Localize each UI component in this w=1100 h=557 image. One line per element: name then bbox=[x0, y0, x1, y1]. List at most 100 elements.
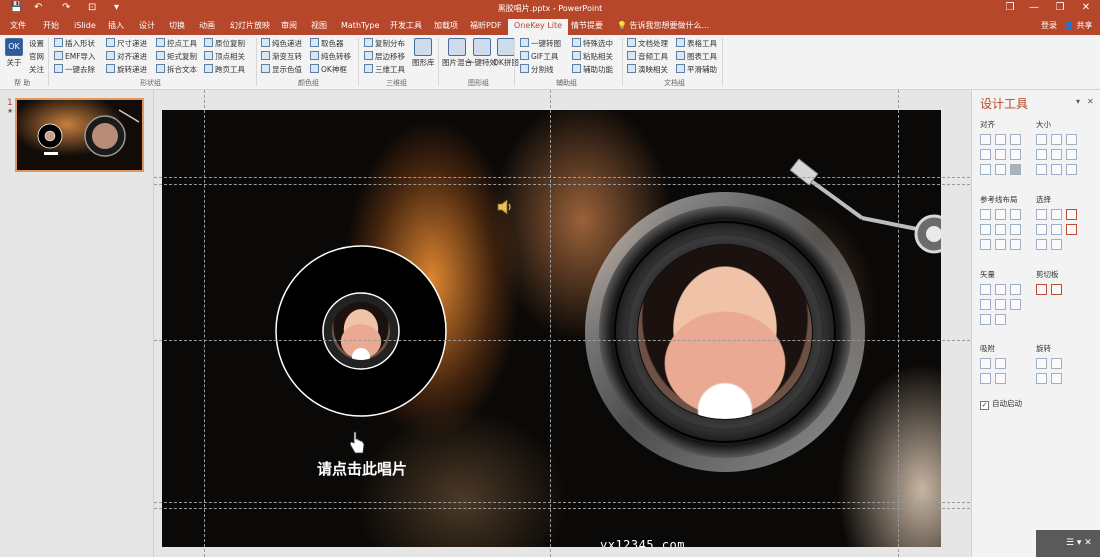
horizontal-guide[interactable] bbox=[154, 184, 970, 185]
slideshow-related-button[interactable]: 演映相关 bbox=[627, 64, 668, 75]
tab-slideshow[interactable]: 幻灯片放映 bbox=[230, 20, 270, 32]
settings-button[interactable]: 设置 bbox=[29, 38, 44, 49]
same-width-icon[interactable] bbox=[1036, 134, 1047, 145]
chart-tool-button[interactable]: 图表工具 bbox=[676, 51, 717, 62]
auto-start-checkbox[interactable]: ✓ 自动启动 bbox=[980, 398, 1022, 410]
scale-down-icon[interactable] bbox=[1051, 164, 1062, 175]
scale-reset-icon[interactable] bbox=[1066, 164, 1077, 175]
distribute-horizontal-icon[interactable] bbox=[980, 164, 991, 175]
tab-storyboard[interactable]: 情节提要 bbox=[571, 20, 603, 32]
one-click-to-image-button[interactable]: 一键转图 bbox=[520, 38, 561, 49]
tab-mathtype[interactable]: MathType bbox=[341, 20, 379, 32]
horizontal-guide[interactable] bbox=[154, 508, 970, 509]
audio-tool-button[interactable]: 音频工具 bbox=[627, 51, 668, 62]
rotate-tool-icon[interactable] bbox=[1036, 373, 1047, 384]
vector-tool-icon[interactable] bbox=[1010, 299, 1021, 310]
insert-shape-button[interactable]: 插入形状 bbox=[54, 38, 95, 49]
tab-islide[interactable]: iSlide bbox=[74, 20, 96, 32]
snap-tool-icon[interactable] bbox=[980, 373, 991, 384]
guide-tool-icon[interactable] bbox=[995, 239, 1006, 250]
tab-addins[interactable]: 加载项 bbox=[434, 20, 458, 32]
gif-tool-button[interactable]: GIF工具 bbox=[520, 51, 558, 62]
split-merge-text-button[interactable]: 拆合文本 bbox=[156, 64, 197, 75]
select-tool-icon[interactable] bbox=[1036, 224, 1047, 235]
horizontal-guide[interactable] bbox=[154, 502, 970, 503]
guide-tool-icon[interactable] bbox=[1010, 239, 1021, 250]
select-tool-icon[interactable] bbox=[1051, 209, 1062, 220]
align-left-icon[interactable] bbox=[980, 134, 991, 145]
tab-transitions[interactable]: 切换 bbox=[169, 20, 185, 32]
guide-tool-icon[interactable] bbox=[980, 209, 991, 220]
tab-animations[interactable]: 动画 bbox=[199, 20, 215, 32]
pane-footer-controls[interactable]: ☰ ▾ ✕ bbox=[1036, 530, 1100, 557]
tab-insert[interactable]: 插入 bbox=[108, 20, 124, 32]
fit-height-icon[interactable] bbox=[1051, 149, 1062, 160]
distribute-vertical-icon[interactable] bbox=[995, 164, 1006, 175]
slide-canvas[interactable]: 请点击此唱片 yx12345.com bbox=[162, 110, 941, 547]
restore-button[interactable]: ❐ bbox=[1048, 1, 1072, 15]
paste-related-button[interactable]: 粘贴相关 bbox=[572, 51, 613, 62]
tab-design[interactable]: 设计 bbox=[139, 20, 155, 32]
align-middle-icon[interactable] bbox=[995, 149, 1006, 160]
align-slide-icon[interactable] bbox=[1010, 164, 1021, 175]
about-button[interactable]: OK 关于 bbox=[5, 38, 23, 67]
rotate-increment-button[interactable]: 旋转递进 bbox=[106, 64, 147, 75]
scale-up-icon[interactable] bbox=[1036, 164, 1047, 175]
size-increment-button[interactable]: 尺寸递进 bbox=[106, 38, 147, 49]
table-tool-button[interactable]: 表格工具 bbox=[676, 38, 717, 49]
emf-import-button[interactable]: EMF导入 bbox=[54, 51, 96, 62]
clipboard-paste-icon[interactable] bbox=[1051, 284, 1062, 295]
follow-button[interactable]: 关注 bbox=[29, 64, 44, 75]
pane-footer-icons[interactable]: ☰ ▾ ✕ bbox=[1066, 538, 1092, 548]
ribbon-display-options-icon[interactable]: ❐ bbox=[998, 1, 1022, 15]
rotate-tool-icon[interactable] bbox=[1036, 358, 1047, 369]
cross-page-tool-button[interactable]: 跨页工具 bbox=[204, 64, 245, 75]
tab-foxit-pdf[interactable]: 福昕PDF bbox=[470, 20, 502, 32]
clipboard-copy-icon[interactable] bbox=[1036, 284, 1047, 295]
matrix-copy-button[interactable]: 矩式复制 bbox=[156, 51, 197, 62]
divider-line-button[interactable]: 分割线 bbox=[520, 64, 554, 75]
vertical-guide[interactable] bbox=[204, 90, 205, 557]
select-tool-icon[interactable] bbox=[1036, 239, 1047, 250]
pane-options-icon[interactable]: ▾ bbox=[1076, 97, 1080, 106]
show-color-value-button[interactable]: 显示色值 bbox=[261, 64, 302, 75]
snap-tool-icon[interactable] bbox=[995, 358, 1006, 369]
align-top-icon[interactable] bbox=[980, 149, 991, 160]
document-process-button[interactable]: 文档处理 bbox=[627, 38, 668, 49]
align-center-icon[interactable] bbox=[995, 134, 1006, 145]
align-right-icon[interactable] bbox=[1010, 134, 1021, 145]
tab-developer[interactable]: 开发工具 bbox=[390, 20, 422, 32]
select-tool-icon[interactable] bbox=[1036, 209, 1047, 220]
in-place-copy-button[interactable]: 原位复制 bbox=[204, 38, 245, 49]
tab-onekey-lite[interactable]: OneKey Lite bbox=[508, 19, 569, 35]
guide-tool-icon[interactable] bbox=[1010, 224, 1021, 235]
guide-tool-icon[interactable] bbox=[995, 209, 1006, 220]
select-cursor-icon[interactable] bbox=[1066, 224, 1077, 235]
vector-tool-icon[interactable] bbox=[995, 314, 1006, 325]
handle-tool-button[interactable]: 控点工具 bbox=[156, 38, 197, 49]
vector-tool-icon[interactable] bbox=[1010, 284, 1021, 295]
website-button[interactable]: 官网 bbox=[29, 51, 44, 62]
copy-distribute-button[interactable]: 复制分布 bbox=[364, 38, 405, 49]
snap-tool-icon[interactable] bbox=[980, 358, 991, 369]
special-select-button[interactable]: 特殊选中 bbox=[572, 38, 613, 49]
align-increment-button[interactable]: 对齐递进 bbox=[106, 51, 147, 62]
vector-tool-icon[interactable] bbox=[995, 299, 1006, 310]
vector-tool-icon[interactable] bbox=[980, 299, 991, 310]
rotate-tool-icon[interactable] bbox=[1051, 373, 1062, 384]
speaker-icon[interactable] bbox=[496, 198, 514, 216]
select-tool-icon[interactable] bbox=[1051, 239, 1062, 250]
fit-size-icon[interactable] bbox=[1066, 149, 1077, 160]
gradient-convert-button[interactable]: 渐变互转 bbox=[261, 51, 302, 62]
guide-tool-icon[interactable] bbox=[995, 224, 1006, 235]
slide-editing-area[interactable]: 请点击此唱片 yx12345.com bbox=[154, 90, 970, 557]
minimize-button[interactable]: — bbox=[1022, 1, 1046, 15]
slide-thumbnail-1[interactable] bbox=[15, 98, 144, 172]
snap-tool-icon[interactable] bbox=[995, 373, 1006, 384]
vertical-guide[interactable] bbox=[898, 90, 899, 557]
fit-width-icon[interactable] bbox=[1036, 149, 1047, 160]
select-brush-icon[interactable] bbox=[1066, 209, 1077, 220]
same-size-icon[interactable] bbox=[1066, 134, 1077, 145]
vector-tool-icon[interactable] bbox=[995, 284, 1006, 295]
color-transfer-button[interactable]: 纯色转移 bbox=[310, 51, 351, 62]
